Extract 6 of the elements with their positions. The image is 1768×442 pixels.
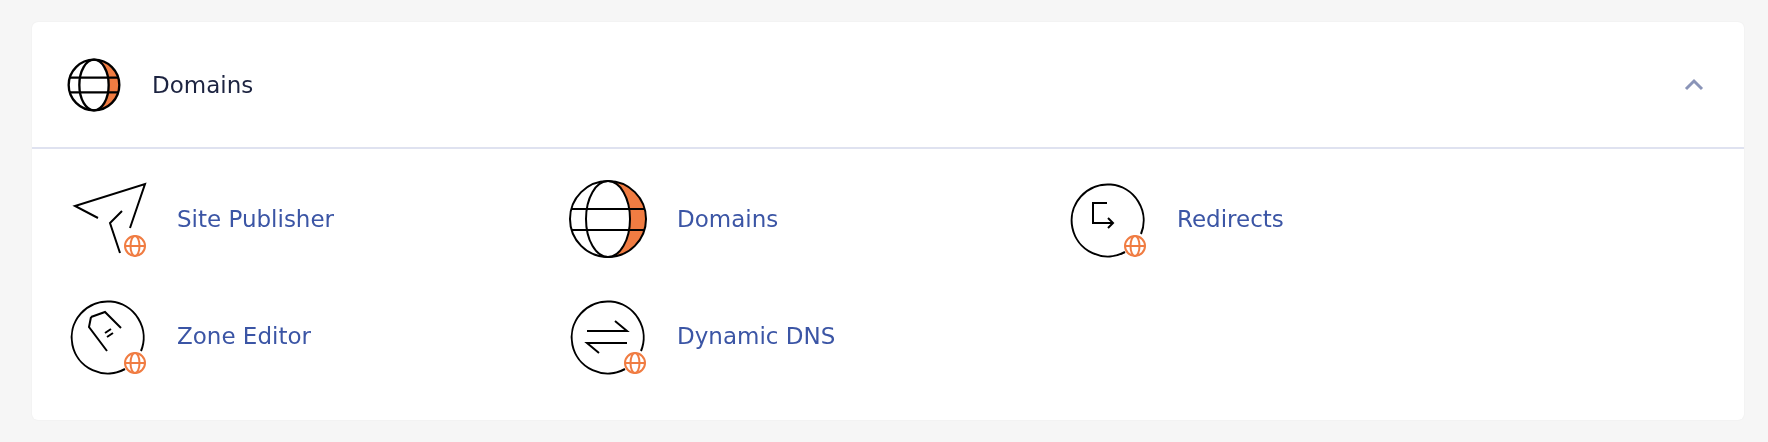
tool-link[interactable]: Domains (677, 205, 779, 232)
tool-link[interactable]: Zone Editor (177, 322, 311, 349)
section-title: Domains (152, 71, 255, 98)
tool-link[interactable]: Dynamic DNS (677, 322, 836, 349)
tool-link[interactable]: Redirects (1177, 205, 1284, 232)
tool-link[interactable]: Site Publisher (177, 205, 335, 232)
